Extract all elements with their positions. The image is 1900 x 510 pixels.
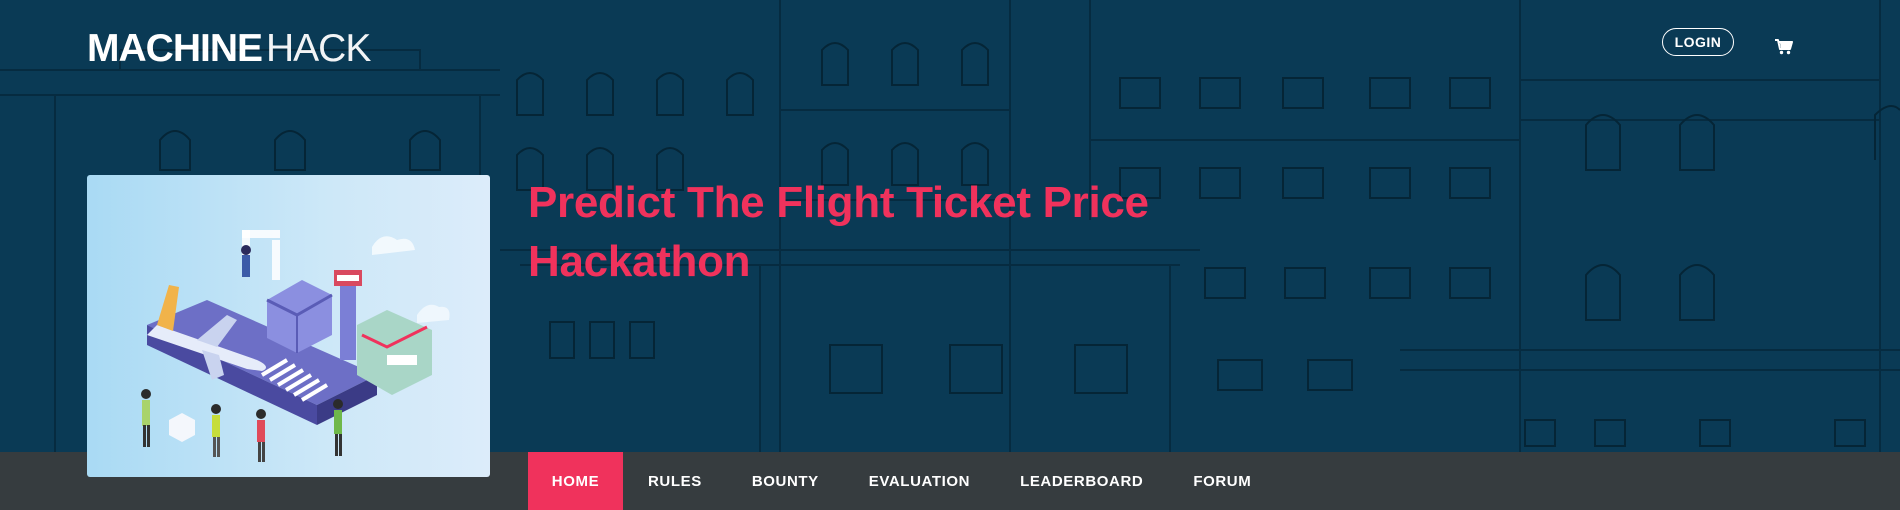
nav-item-forum[interactable]: FORUM xyxy=(1168,452,1276,510)
login-button[interactable]: LOGIN xyxy=(1662,28,1734,56)
page-title: Predict The Flight Ticket Price Hackatho… xyxy=(528,173,1288,291)
hackathon-nav: HOME RULES BOUNTY EVALUATION LEADERBOARD… xyxy=(528,452,1276,510)
page-title-line-1: Predict The Flight Ticket Price xyxy=(528,178,1149,227)
cart-icon[interactable] xyxy=(1775,39,1793,55)
nav-item-home[interactable]: HOME xyxy=(528,452,623,510)
logo-text-bold: MACHINE xyxy=(87,27,263,70)
machinehack-logo[interactable]: MACHINE HACK xyxy=(87,26,371,72)
page-title-line-2: Hackathon xyxy=(528,237,751,286)
nav-item-leaderboard[interactable]: LEADERBOARD xyxy=(995,452,1168,510)
nav-item-rules[interactable]: RULES xyxy=(623,452,727,510)
airport-illustration-icon xyxy=(141,230,450,462)
hackathon-thumbnail xyxy=(87,175,490,477)
nav-item-bounty[interactable]: BOUNTY xyxy=(727,452,844,510)
nav-item-evaluation[interactable]: EVALUATION xyxy=(844,452,995,510)
logo-text-light: HACK xyxy=(266,27,371,70)
